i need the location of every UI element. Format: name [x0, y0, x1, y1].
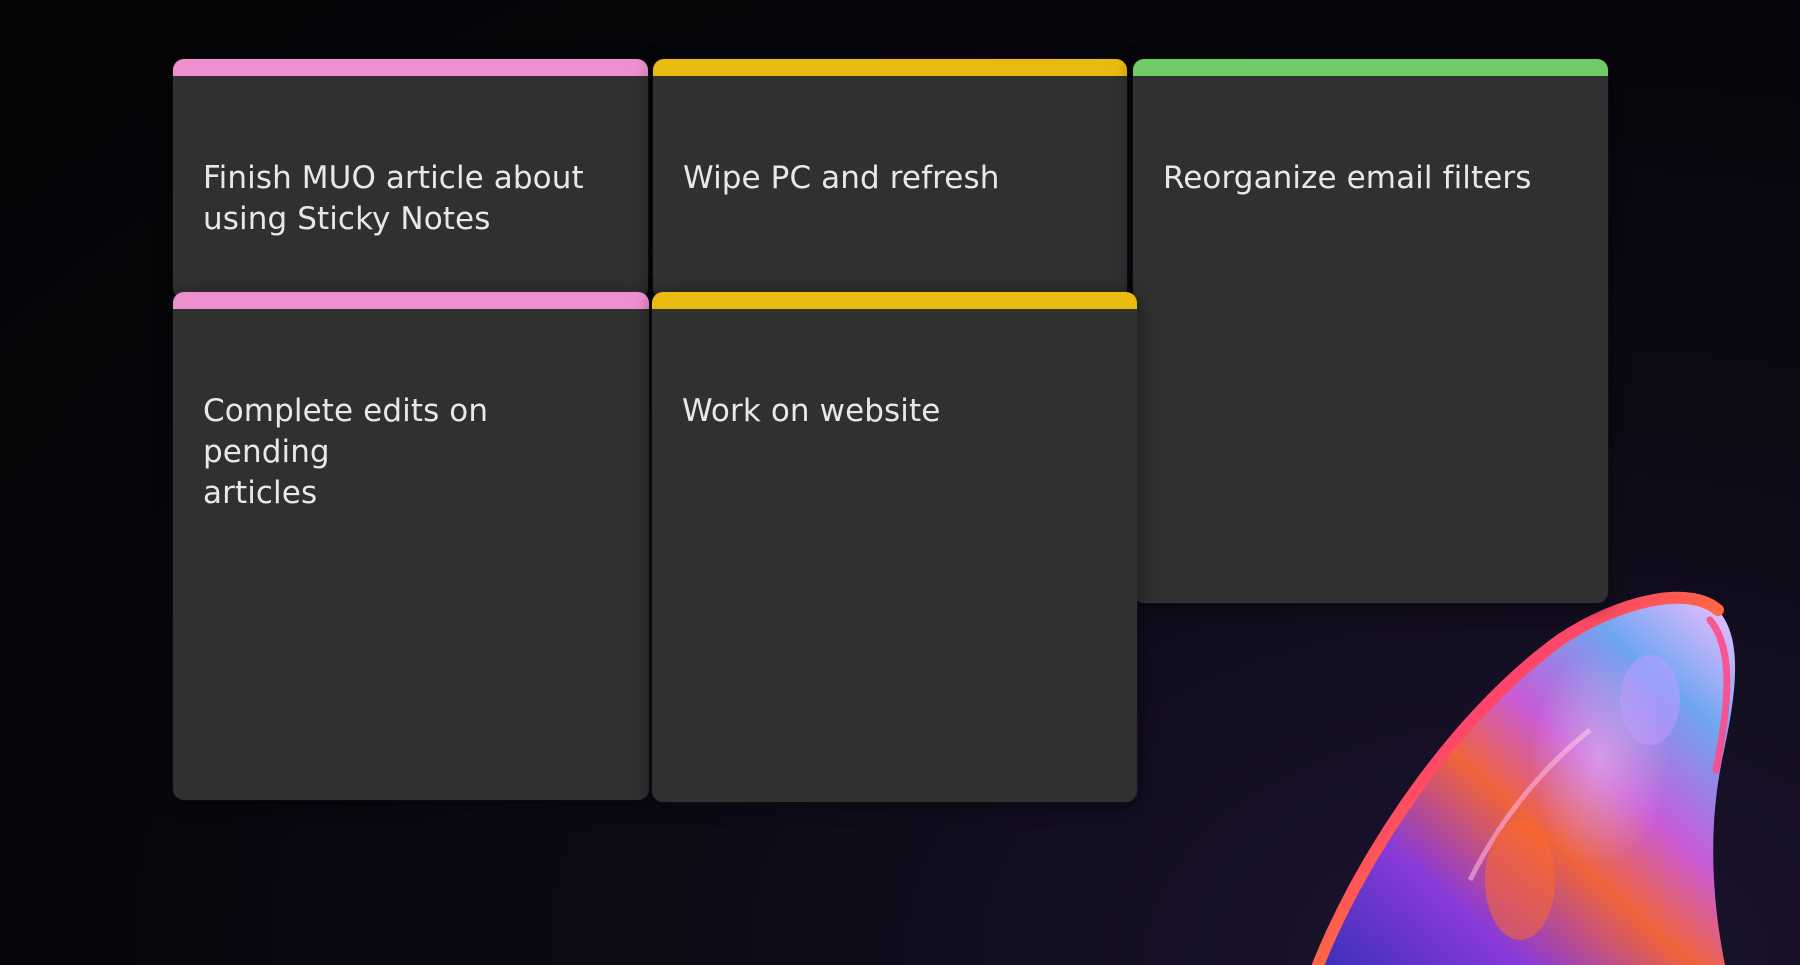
note-color-bar[interactable] — [173, 292, 649, 309]
note-text[interactable]: Work on website — [682, 391, 1107, 432]
note-text[interactable]: Finish MUO article about using Sticky No… — [203, 158, 618, 240]
sticky-note-2[interactable]: Wipe PC and refresh — [653, 59, 1127, 299]
note-color-bar[interactable] — [173, 59, 648, 76]
sticky-note-4[interactable]: Complete edits on pending articles — [173, 292, 649, 800]
note-text[interactable]: Reorganize email filters — [1163, 158, 1578, 199]
sticky-note-3[interactable]: Reorganize email filters — [1133, 59, 1608, 603]
note-color-bar[interactable] — [653, 59, 1127, 76]
windows-bloom-icon — [1312, 591, 1736, 965]
sticky-note-1[interactable]: Finish MUO article about using Sticky No… — [173, 59, 648, 299]
note-text[interactable]: Complete edits on pending articles — [203, 391, 619, 514]
sticky-note-5[interactable]: Work on website — [652, 292, 1137, 802]
note-color-bar[interactable] — [652, 292, 1137, 309]
note-text[interactable]: Wipe PC and refresh — [683, 158, 1097, 199]
note-color-bar[interactable] — [1133, 59, 1608, 76]
